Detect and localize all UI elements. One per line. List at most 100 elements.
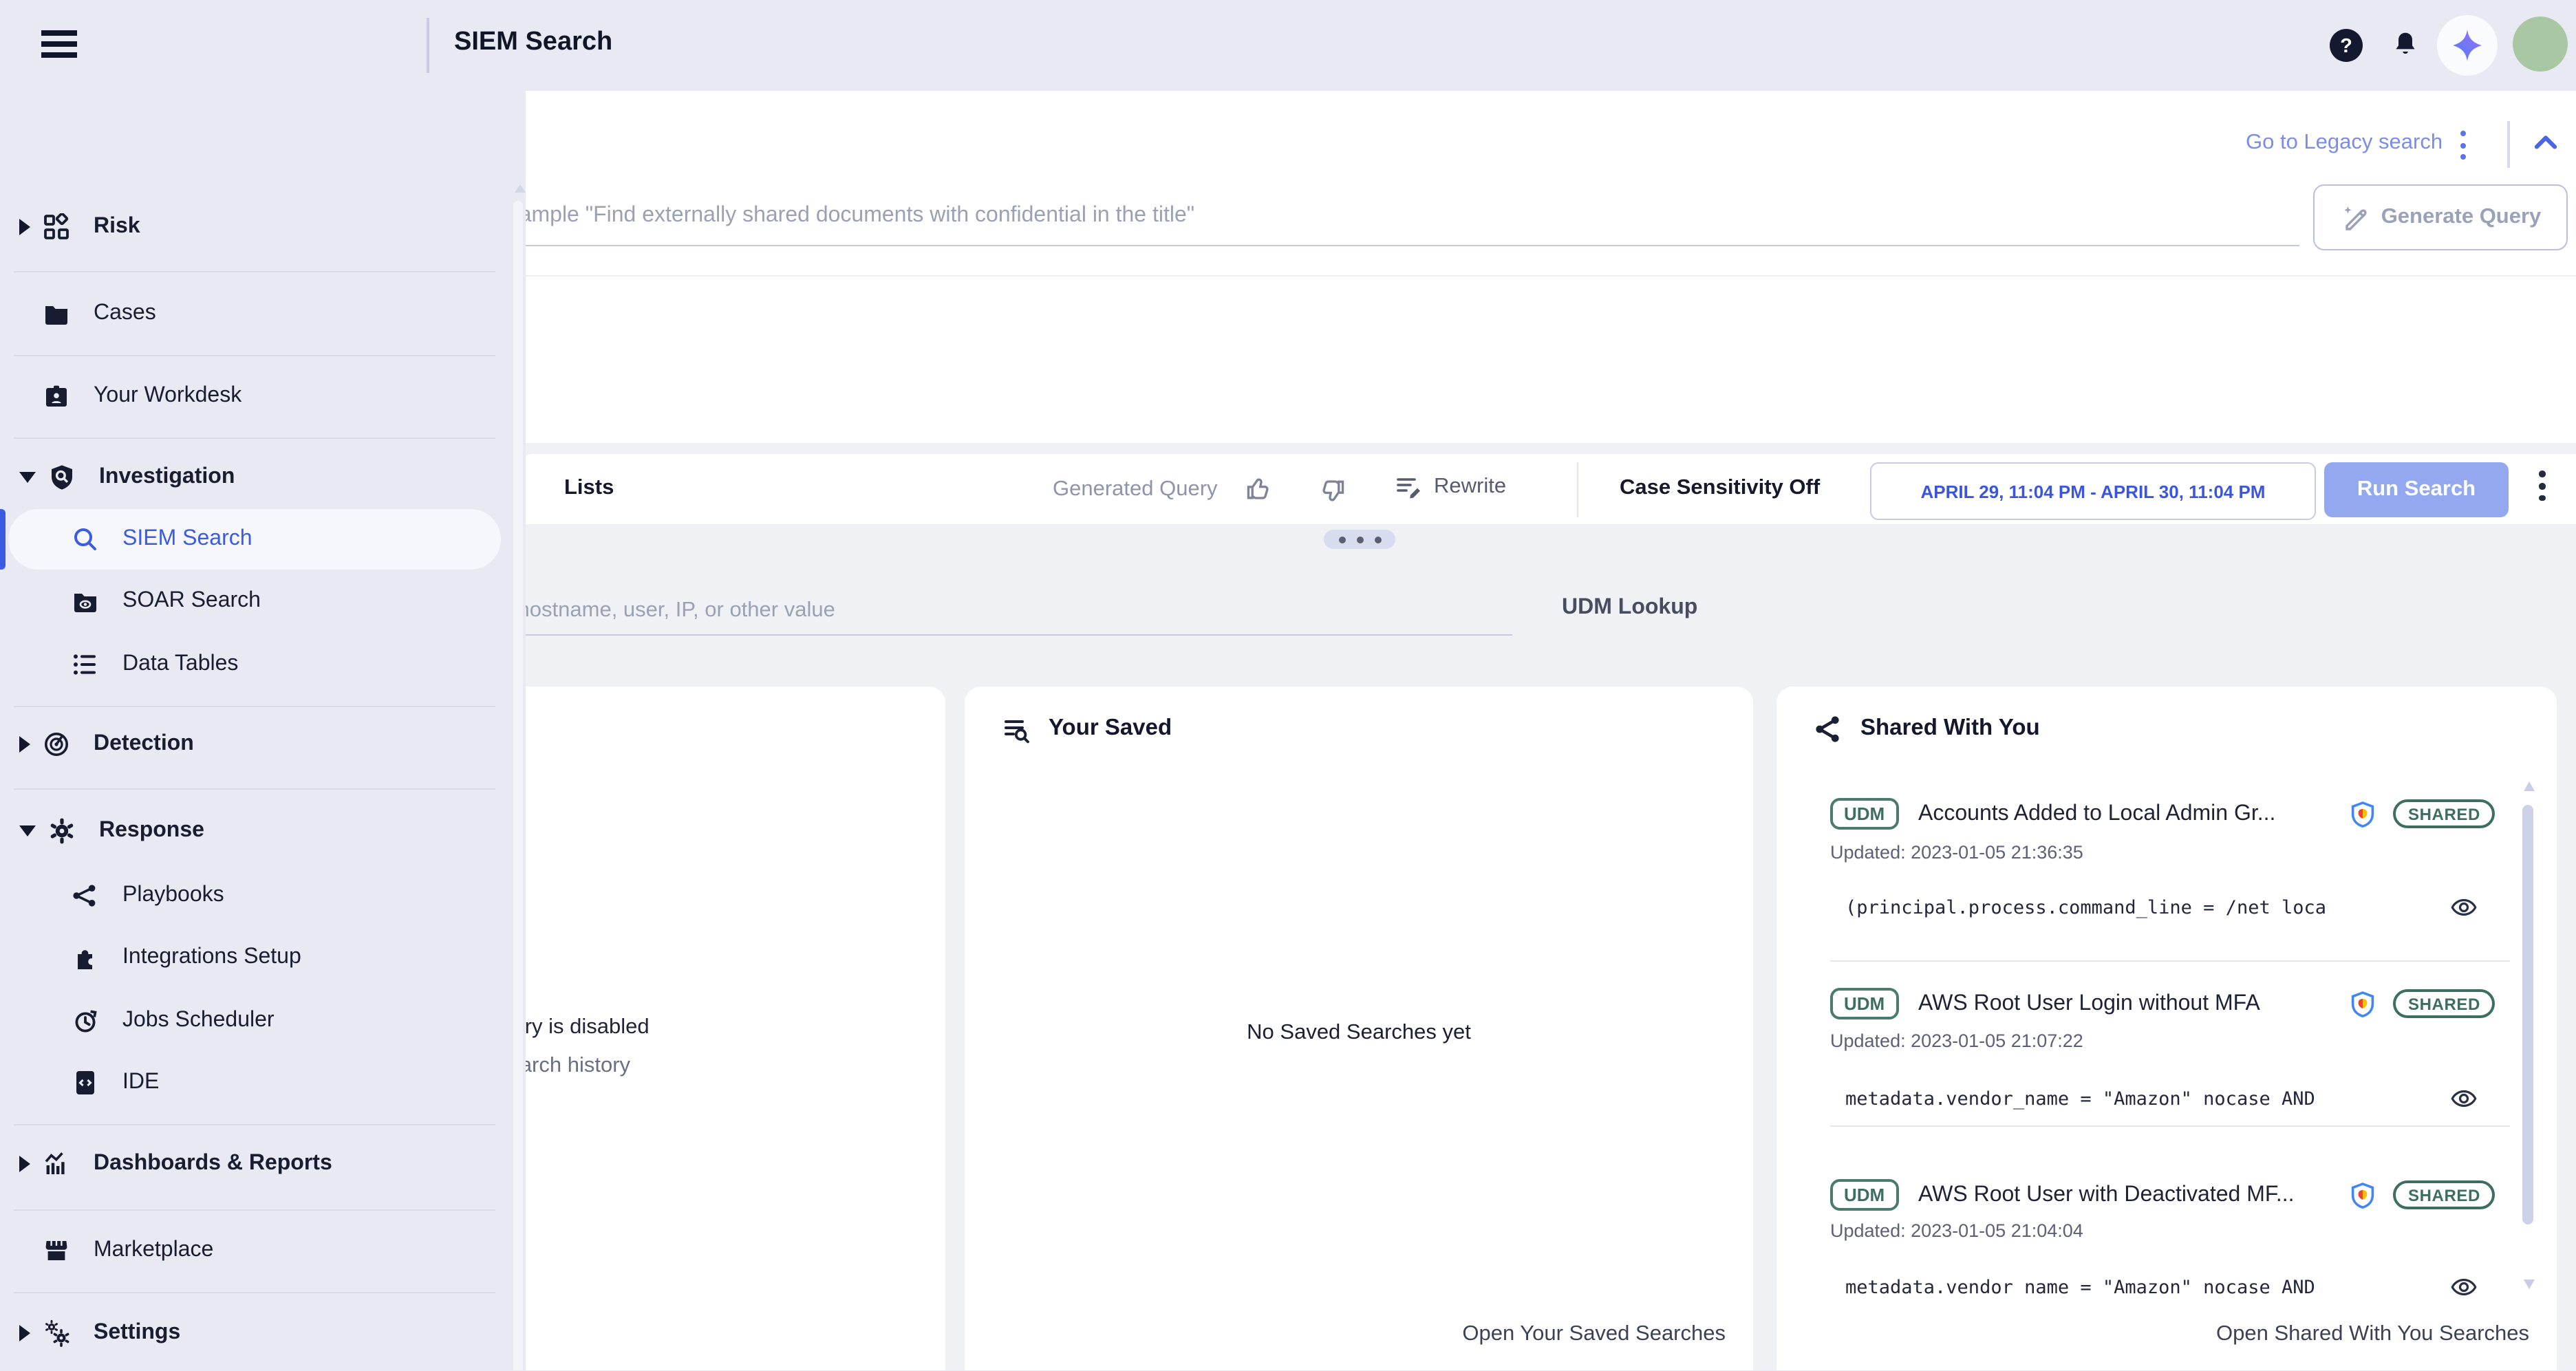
shared-card-scrollbar[interactable] xyxy=(2522,805,2533,1224)
thumbs-up-icon[interactable] xyxy=(1245,475,1273,502)
shared-with-you-card xyxy=(1777,687,2557,1370)
siem-search-icon xyxy=(72,526,99,553)
preview-eye-icon[interactable] xyxy=(2451,894,2477,920)
magic-pencil-icon xyxy=(2340,202,2370,233)
sidebar-scroll-up-icon[interactable] xyxy=(515,184,526,193)
no-saved-searches-text: No Saved Searches yet xyxy=(965,1021,1753,1046)
open-saved-searches-link[interactable]: Open Your Saved Searches xyxy=(965,1322,1726,1347)
sidebar-item-settings[interactable]: Settings xyxy=(0,1303,509,1363)
sidebar-item-investigation[interactable]: Investigation xyxy=(0,447,509,508)
sidebar-divider xyxy=(14,788,495,790)
chevron-right-icon[interactable] xyxy=(19,1156,30,1172)
sidebar-item-siem-search[interactable]: SIEM Search xyxy=(0,509,509,570)
sidebar-item-integrations-setup[interactable]: Integrations Setup xyxy=(0,927,509,988)
collapse-panel-chevron-up-icon[interactable] xyxy=(2529,127,2562,160)
open-shared-searches-link[interactable]: Open Shared With You Searches xyxy=(1777,1322,2529,1347)
search-options-kebab-icon[interactable] xyxy=(2539,468,2545,504)
rewrite-button[interactable]: Rewrite xyxy=(1395,473,1506,501)
go-to-legacy-search-link[interactable]: Go to Legacy search xyxy=(2246,131,2443,155)
soar-search-icon xyxy=(72,587,99,615)
sidebar-item-risk[interactable]: Risk xyxy=(0,197,509,257)
scroll-up-arrow-icon[interactable] xyxy=(2524,781,2535,791)
sidebar-item-label: Settings xyxy=(94,1321,180,1346)
sidebar-item-label: IDE xyxy=(122,1070,159,1095)
user-avatar[interactable] xyxy=(2513,17,2568,72)
shared-card-title: Shared With You xyxy=(1860,715,2040,742)
sidebar-item-label: Response xyxy=(99,819,204,843)
svg-text:?: ? xyxy=(2340,35,2352,57)
sidebar-scrollbar[interactable] xyxy=(513,201,523,1370)
sidebar-item-marketplace[interactable]: Marketplace xyxy=(0,1220,509,1281)
ide-code-icon xyxy=(72,1069,99,1097)
udm-type-chip: UDM xyxy=(1830,1179,1898,1211)
sidebar-item-label: Risk xyxy=(94,215,140,239)
share-icon xyxy=(1815,715,1843,743)
saved-searches-icon xyxy=(1003,717,1031,744)
chevron-right-icon[interactable] xyxy=(19,219,30,235)
sidebar-item-detection[interactable]: Detection xyxy=(0,714,509,775)
preview-eye-icon[interactable] xyxy=(2451,1274,2477,1300)
chevron-down-icon[interactable] xyxy=(19,825,36,836)
sidebar-item-jobs-scheduler[interactable]: Jobs Scheduler xyxy=(0,991,509,1051)
thumbs-down-icon[interactable] xyxy=(1318,477,1346,505)
sidebar-item-label: Your Workdesk xyxy=(94,384,242,409)
shared-item-title[interactable]: AWS Root User with Deactivated MF... xyxy=(1918,1183,2331,1208)
shared-item-query: metadata.vendor_name = "Amazon" nocase A… xyxy=(1845,1088,2315,1110)
sidebar-item-label: Integrations Setup xyxy=(122,945,301,970)
natural-language-query-input[interactable] xyxy=(454,187,2299,246)
response-gear-icon xyxy=(48,817,76,845)
detection-icon xyxy=(43,731,70,758)
preview-eye-icon[interactable] xyxy=(2451,1086,2477,1112)
sidebar-divider xyxy=(14,438,495,439)
sidebar-item-label: Investigation xyxy=(99,465,235,490)
sidebar-divider xyxy=(14,271,495,272)
shared-item-title[interactable]: Accounts Added to Local Admin Gr... xyxy=(1918,802,2331,827)
sidebar-item-soar-search[interactable]: SOAR Search xyxy=(0,571,509,631)
sidebar-item-label: SOAR Search xyxy=(122,589,261,614)
date-range-picker[interactable]: APRIL 29, 11:04 PM - APRIL 30, 11:04 PM xyxy=(1870,462,2316,520)
shared-item-title[interactable]: AWS Root User Login without MFA xyxy=(1918,992,2331,1017)
gemini-sparkle-icon[interactable] xyxy=(2437,15,2498,76)
scroll-down-arrow-icon[interactable] xyxy=(2524,1280,2535,1289)
notifications-bell-icon[interactable] xyxy=(2390,29,2421,62)
hamburger-menu-icon[interactable] xyxy=(41,30,80,61)
sidebar-item-data-tables[interactable]: Data Tables xyxy=(0,634,509,695)
sidebar-item-your-workdesk[interactable]: Your Workdesk xyxy=(0,366,509,427)
chevron-right-icon[interactable] xyxy=(19,1325,30,1341)
udm-lookup-input[interactable] xyxy=(440,587,1512,636)
top-app-bar xyxy=(0,0,2576,91)
shared-badge: SHARED xyxy=(2393,799,2496,828)
shared-badge: SHARED xyxy=(2393,989,2496,1018)
sidebar-item-cases[interactable]: Cases xyxy=(0,283,509,344)
lists-tab[interactable]: Lists xyxy=(564,476,614,501)
dashboards-chart-icon xyxy=(43,1150,70,1178)
sidebar-divider xyxy=(14,1209,495,1211)
investigation-icon xyxy=(48,464,76,491)
query-options-kebab-icon[interactable] xyxy=(2460,128,2466,162)
navigation-drawer: Risk Cases Your Workdesk Inve xyxy=(0,91,526,1370)
rewrite-icon xyxy=(1395,473,1423,501)
shared-item-updated: Updated: 2023-01-05 21:36:35 xyxy=(1830,842,2083,863)
sidebar-divider xyxy=(14,355,495,356)
google-shield-icon xyxy=(2349,1182,2376,1212)
sidebar-item-ide[interactable]: IDE xyxy=(0,1052,509,1113)
rewrite-label: Rewrite xyxy=(1434,475,1506,499)
run-search-button[interactable]: Run Search xyxy=(2324,462,2509,517)
chevron-right-icon[interactable] xyxy=(19,736,30,753)
cases-icon xyxy=(43,300,70,327)
sidebar-item-dashboards-reports[interactable]: Dashboards & Reports xyxy=(0,1134,509,1194)
chevron-down-icon[interactable] xyxy=(19,472,36,483)
help-icon[interactable]: ? xyxy=(2328,28,2364,63)
case-sensitivity-toggle[interactable]: Case Sensitivity Off xyxy=(1620,476,1820,501)
udm-lookup-label: UDM Lookup xyxy=(1562,596,1697,620)
workdesk-badge-icon xyxy=(43,382,70,410)
generate-query-button[interactable]: Generate Query xyxy=(2313,184,2568,250)
resize-drag-handle[interactable] xyxy=(1324,530,1395,549)
sidebar-item-playbooks[interactable]: Playbooks xyxy=(0,865,509,926)
generate-query-label: Generate Query xyxy=(2381,205,2542,230)
sidebar-item-label: Marketplace xyxy=(94,1238,213,1263)
clock-schedule-icon xyxy=(72,1007,99,1035)
sidebar-item-response[interactable]: Response xyxy=(0,801,509,861)
sidebar-item-label: Detection xyxy=(94,732,194,757)
title-divider xyxy=(427,18,429,73)
